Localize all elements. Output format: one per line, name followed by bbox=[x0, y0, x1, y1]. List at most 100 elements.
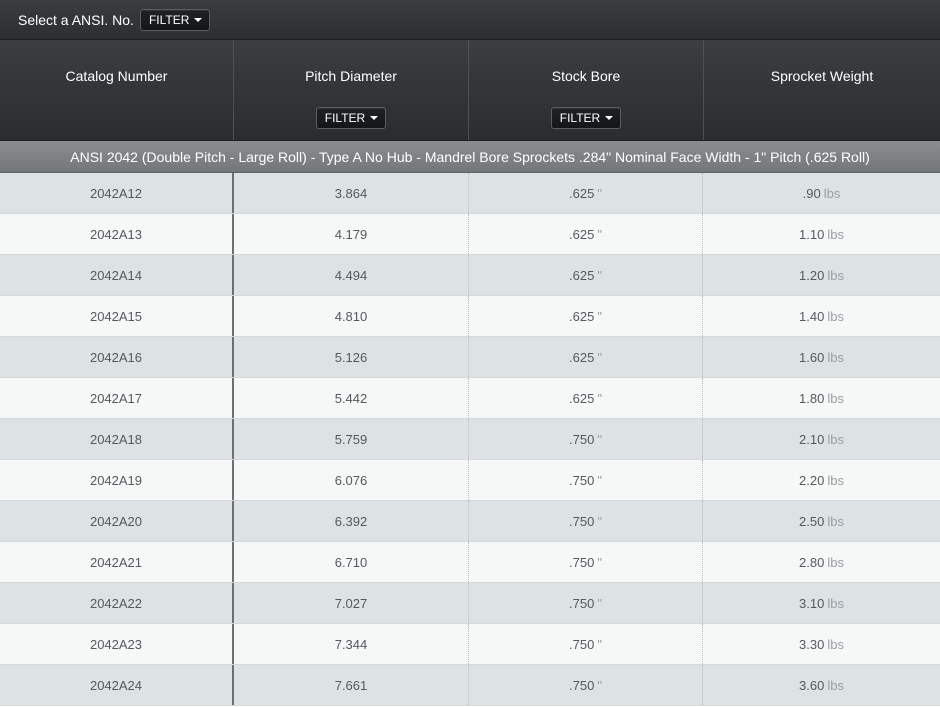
catalog-number[interactable]: 2042A16 bbox=[90, 350, 142, 365]
catalog-number-cell[interactable]: 2042A22 bbox=[0, 583, 234, 623]
caret-down-icon bbox=[194, 17, 203, 22]
stock-bore: .750 bbox=[569, 595, 595, 611]
pitch-diameter: 7.027 bbox=[334, 595, 368, 611]
ansi-filter-button[interactable]: FILTER bbox=[139, 8, 211, 31]
catalog-number-cell[interactable]: 2042A13 bbox=[0, 214, 234, 254]
pitch-diameter: 6.392 bbox=[334, 513, 368, 529]
catalog-number[interactable]: 2042A19 bbox=[90, 473, 142, 488]
catalog-number[interactable]: 2042A24 bbox=[90, 678, 142, 693]
group-title-row: ANSI 2042 (Double Pitch - Large Roll) - … bbox=[0, 141, 940, 173]
sprocket-weight-cell: 3.30 lbs bbox=[703, 624, 940, 664]
pitch-diameter-filter-button[interactable]: FILTER bbox=[315, 107, 387, 129]
stock-bore: .625 bbox=[569, 267, 595, 283]
sprocket-weight-unit: lbs bbox=[827, 431, 844, 447]
catalog-number[interactable]: 2042A21 bbox=[90, 555, 142, 570]
catalog-number-cell[interactable]: 2042A19 bbox=[0, 460, 234, 500]
stock-bore-unit: " bbox=[597, 472, 602, 488]
catalog-number[interactable]: 2042A13 bbox=[90, 227, 142, 242]
sprocket-weight: 3.60 bbox=[799, 677, 825, 693]
catalog-number[interactable]: 2042A20 bbox=[90, 514, 142, 529]
catalog-number-cell[interactable]: 2042A17 bbox=[0, 378, 234, 418]
sprocket-weight-cell: 1.40 lbs bbox=[703, 296, 940, 336]
header-pitch-diameter: Pitch Diameter FILTER bbox=[233, 40, 468, 140]
sprocket-weight: 1.20 bbox=[799, 267, 825, 283]
stock-bore-filter-button[interactable]: FILTER bbox=[550, 107, 622, 129]
pitch-diameter: 7.661 bbox=[334, 677, 368, 693]
catalog-number[interactable]: 2042A15 bbox=[90, 309, 142, 324]
stock-bore-cell: .750 " bbox=[468, 583, 703, 623]
pitch-diameter-cell: 7.027 bbox=[234, 583, 468, 623]
table-row[interactable]: 2042A16 5.126.625 " 1.60 lbs bbox=[0, 337, 940, 378]
stock-bore: .750 bbox=[569, 636, 595, 652]
header-catalog-number-title: Catalog Number bbox=[65, 68, 168, 84]
pitch-diameter: 6.076 bbox=[334, 472, 368, 488]
stock-bore-unit: " bbox=[597, 513, 602, 529]
catalog-number-cell[interactable]: 2042A14 bbox=[0, 255, 234, 295]
sprocket-weight-unit: lbs bbox=[827, 595, 844, 611]
stock-bore-cell: .750 " bbox=[468, 542, 703, 582]
table-row[interactable]: 2042A17 5.442.625 " 1.80 lbs bbox=[0, 378, 940, 419]
stock-bore-cell: .625 " bbox=[468, 214, 703, 254]
ansi-select-label: Select a ANSI. No. bbox=[18, 11, 134, 28]
stock-bore-cell: .750 " bbox=[468, 665, 703, 705]
table-row[interactable]: 2042A15 4.810.625 " 1.40 lbs bbox=[0, 296, 940, 337]
catalog-number[interactable]: 2042A14 bbox=[90, 268, 142, 283]
sprocket-weight: 3.10 bbox=[799, 595, 825, 611]
stock-bore: .625 bbox=[569, 349, 595, 365]
stock-bore-filter-label: FILTER bbox=[559, 111, 601, 125]
pitch-diameter-cell: 7.344 bbox=[234, 624, 468, 664]
catalog-number-cell[interactable]: 2042A20 bbox=[0, 501, 234, 541]
stock-bore-unit: " bbox=[597, 349, 602, 365]
ansi-filter-label: FILTER bbox=[148, 12, 190, 27]
pitch-diameter: 5.126 bbox=[334, 349, 368, 365]
stock-bore: .625 bbox=[569, 308, 595, 324]
pitch-diameter: 7.344 bbox=[334, 636, 368, 652]
catalog-number-cell[interactable]: 2042A18 bbox=[0, 419, 234, 459]
sprocket-weight: 1.80 bbox=[799, 390, 825, 406]
sprocket-weight: 1.10 bbox=[799, 226, 825, 242]
header-sprocket-weight-title: Sprocket Weight bbox=[770, 68, 874, 84]
table-body: 2042A12 3.864.625 " .90 lbs 2042A13 4.179.625 "… bbox=[0, 173, 940, 706]
table-row[interactable]: 2042A23 7.344.750 " 3.30 lbs bbox=[0, 624, 940, 665]
catalog-number[interactable]: 2042A23 bbox=[90, 637, 142, 652]
table-row[interactable]: 2042A13 4.179.625 " 1.10 lbs bbox=[0, 214, 940, 255]
catalog-number-cell[interactable]: 2042A12 bbox=[0, 173, 234, 213]
catalog-number-cell[interactable]: 2042A24 bbox=[0, 665, 234, 705]
header-pitch-diameter-title: Pitch Diameter bbox=[305, 68, 397, 84]
stock-bore-cell: .625 " bbox=[468, 378, 703, 418]
sprocket-weight: 1.40 bbox=[799, 308, 825, 324]
table-row[interactable]: 2042A14 4.494.625 " 1.20 lbs bbox=[0, 255, 940, 296]
table-row[interactable]: 2042A24 7.661.750 " 3.60 lbs bbox=[0, 665, 940, 706]
stock-bore: .625 bbox=[569, 390, 595, 406]
stock-bore: .625 bbox=[569, 185, 595, 201]
table-row[interactable]: 2042A20 6.392.750 " 2.50 lbs bbox=[0, 501, 940, 542]
caret-down-icon bbox=[605, 116, 614, 120]
sprocket-weight-cell: 1.10 lbs bbox=[703, 214, 940, 254]
table-row[interactable]: 2042A12 3.864.625 " .90 lbs bbox=[0, 173, 940, 214]
sprocket-weight-cell: 3.10 lbs bbox=[703, 583, 940, 623]
pitch-diameter: 5.442 bbox=[334, 390, 368, 406]
table-row[interactable]: 2042A18 5.759.750 " 2.10 lbs bbox=[0, 419, 940, 460]
sprocket-weight-unit: lbs bbox=[827, 513, 844, 529]
header-stock-bore-title: Stock Bore bbox=[551, 68, 621, 84]
pitch-diameter: 5.759 bbox=[334, 431, 368, 447]
table-row[interactable]: 2042A22 7.027.750 " 3.10 lbs bbox=[0, 583, 940, 624]
pitch-diameter-cell: 6.392 bbox=[234, 501, 468, 541]
sprocket-weight-unit: lbs bbox=[827, 554, 844, 570]
catalog-number[interactable]: 2042A22 bbox=[90, 596, 142, 611]
stock-bore-cell: .625 " bbox=[468, 255, 703, 295]
table-row[interactable]: 2042A19 6.076.750 " 2.20 lbs bbox=[0, 460, 940, 501]
catalog-number-cell[interactable]: 2042A23 bbox=[0, 624, 234, 664]
stock-bore-unit: " bbox=[597, 677, 602, 693]
sprocket-weight: 2.10 bbox=[799, 431, 825, 447]
catalog-number-cell[interactable]: 2042A16 bbox=[0, 337, 234, 377]
stock-bore-unit: " bbox=[597, 185, 602, 201]
sprocket-weight-cell: 1.20 lbs bbox=[703, 255, 940, 295]
table-row[interactable]: 2042A21 6.710.750 " 2.80 lbs bbox=[0, 542, 940, 583]
catalog-number[interactable]: 2042A17 bbox=[90, 391, 142, 406]
stock-bore-cell: .750 " bbox=[468, 501, 703, 541]
catalog-number[interactable]: 2042A12 bbox=[90, 186, 142, 201]
catalog-number[interactable]: 2042A18 bbox=[90, 432, 142, 447]
catalog-number-cell[interactable]: 2042A15 bbox=[0, 296, 234, 336]
catalog-number-cell[interactable]: 2042A21 bbox=[0, 542, 234, 582]
